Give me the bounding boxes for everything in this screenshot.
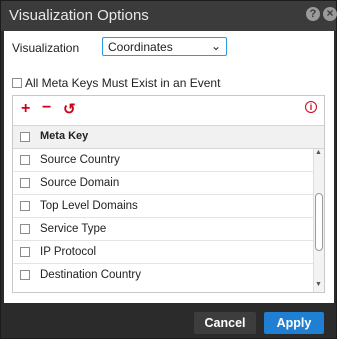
row-checkbox[interactable]: [20, 270, 30, 280]
visualization-label: Visualization: [12, 41, 80, 55]
visualization-options-dialog: Visualization Options ? × Visualization …: [0, 0, 337, 339]
row-label: Top Level Domains: [40, 200, 138, 212]
visualization-select[interactable]: Coordinates ⌄: [102, 37, 227, 56]
add-icon[interactable]: +: [21, 100, 30, 118]
dialog-footer: Cancel Apply: [1, 304, 336, 338]
row-label: Source Country: [40, 154, 120, 166]
scroll-up-arrow-icon[interactable]: ▲: [315, 149, 322, 156]
meta-key-panel: + − ↺ i Meta Key Source Country Source D…: [12, 95, 325, 293]
all-meta-keys-label: All Meta Keys Must Exist in an Event: [25, 76, 221, 90]
table-row[interactable]: Destination Country: [13, 264, 313, 287]
dialog-title: Visualization Options: [9, 7, 149, 24]
scroll-thumb[interactable]: [315, 193, 323, 251]
undo-icon[interactable]: ↺: [63, 100, 76, 118]
table-row[interactable]: Service Type: [13, 218, 313, 241]
column-header-meta-key: Meta Key: [40, 130, 89, 142]
row-label: IP Protocol: [40, 246, 97, 258]
row-checkbox[interactable]: [20, 224, 30, 234]
table-header: Meta Key: [13, 125, 324, 149]
chevron-down-icon: ⌄: [211, 39, 222, 53]
row-checkbox[interactable]: [20, 247, 30, 257]
table-row[interactable]: Top Level Domains: [13, 195, 313, 218]
all-meta-keys-checkbox[interactable]: [12, 78, 22, 88]
select-all-checkbox[interactable]: [20, 132, 30, 142]
dialog-body: Visualization Coordinates ⌄ All Meta Key…: [4, 31, 334, 303]
row-checkbox[interactable]: [20, 155, 30, 165]
vertical-scrollbar[interactable]: ▲ ▼: [313, 149, 324, 292]
dialog-titlebar: Visualization Options ? ×: [1, 1, 337, 31]
info-icon[interactable]: i: [305, 101, 317, 113]
apply-button[interactable]: Apply: [264, 312, 324, 334]
help-icon[interactable]: ?: [306, 7, 320, 21]
cancel-button[interactable]: Cancel: [194, 312, 256, 334]
table-row[interactable]: Source Domain: [13, 172, 313, 195]
visualization-select-value: Coordinates: [108, 40, 173, 54]
row-label: Service Type: [40, 223, 107, 235]
scroll-down-arrow-icon[interactable]: ▼: [315, 281, 322, 288]
row-label: Source Domain: [40, 177, 120, 189]
table-row[interactable]: IP Protocol: [13, 241, 313, 264]
table-row[interactable]: Source Country: [13, 149, 313, 172]
row-checkbox[interactable]: [20, 178, 30, 188]
row-label: Destination Country: [40, 269, 141, 281]
row-checkbox[interactable]: [20, 201, 30, 211]
close-icon[interactable]: ×: [323, 7, 337, 21]
remove-icon[interactable]: −: [42, 99, 51, 117]
